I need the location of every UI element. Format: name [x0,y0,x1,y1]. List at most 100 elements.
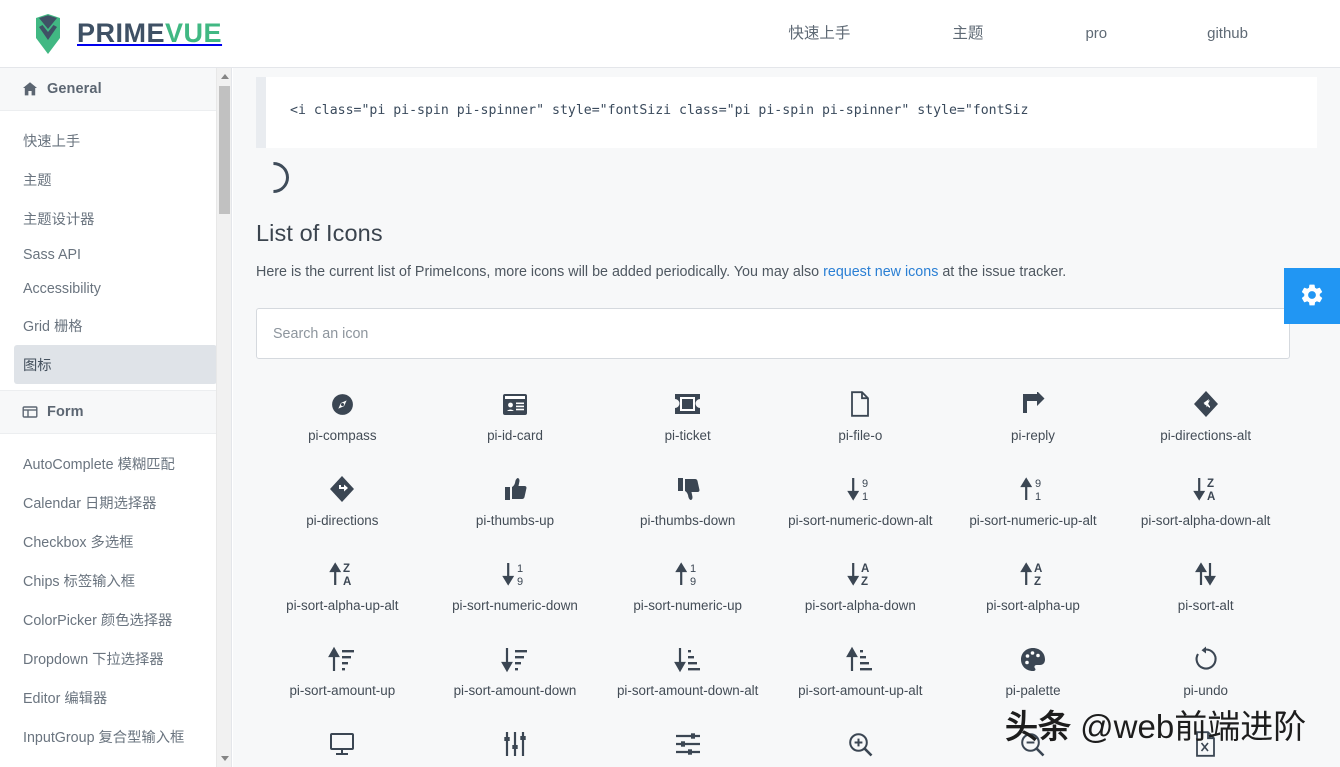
sidebar-section-general: General [0,68,231,111]
icon-label: pi-palette [1005,683,1061,699]
search-minus-icon [1020,726,1045,762]
icon-label: pi-sort-alpha-down [804,598,916,614]
sidebar-item-checkbox[interactable]: Checkbox 多选框 [14,522,217,561]
code-snippet-text: <i class="pi pi-spin pi-spinner" style="… [290,103,1029,118]
icon-cell-desktop[interactable]: pi-desktop [256,713,429,767]
sidebar-item-theme-designer[interactable]: 主题设计器 [14,199,217,238]
sidebar-item-inputgroup[interactable]: InputGroup 复合型输入框 [14,717,217,756]
icon-cell-undo[interactable]: pi-undo [1119,628,1292,713]
logo-text-vue: VUE [165,18,223,48]
sidebar-item-icons[interactable]: 图标 [14,345,217,384]
nav-theming[interactable]: 主题 [930,0,1005,68]
svg-text:Z: Z [861,576,868,588]
sidebar-item-editor[interactable]: Editor 编辑器 [14,678,217,717]
sort-alpha-down-icon: AZ [845,556,875,592]
scroll-down-arrow[interactable] [217,750,231,767]
page-description: Here is the current list of PrimeIcons, … [256,262,1317,283]
icon-cell-file-o[interactable]: pi-file-o [774,373,947,458]
icon-cell-sort-amount-up[interactable]: pi-sort-amount-up [256,628,429,713]
search-input[interactable] [273,325,1249,342]
home-icon [22,81,38,97]
sidebar-item-sass-api[interactable]: Sass API [14,238,217,272]
theme-settings-button[interactable] [1284,268,1340,324]
icon-cell-directions[interactable]: pi-directions [256,458,429,543]
icon-cell-sort-amount-up-alt[interactable]: pi-sort-amount-up-alt [774,628,947,713]
icon-label: pi-sort-alpha-up-alt [286,598,399,614]
icon-label: pi-thumbs-down [640,513,736,529]
icon-cell-sort-amount-down-alt[interactable]: pi-sort-amount-down-alt [601,628,774,713]
svg-text:1: 1 [690,563,696,575]
page-title: List of Icons [256,220,383,246]
sliders-h-icon [675,726,701,762]
sidebar-item-calendar[interactable]: Calendar 日期选择器 [14,483,217,522]
icon-cell-sort-numeric-up-alt[interactable]: 91 pi-sort-numeric-up-alt [947,458,1120,543]
icon-cell-ticket[interactable]: pi-ticket [601,373,774,458]
sort-amount-down-alt-icon [673,641,703,677]
icon-cell-sort-alpha-down[interactable]: AZ pi-sort-alpha-down [774,543,947,628]
sidebar-section-general-label: General [47,81,102,97]
undo-icon [1193,641,1219,677]
search-plus-icon [848,726,873,762]
icon-cell-sort-numeric-down[interactable]: 19 pi-sort-numeric-down [429,543,602,628]
sidebar-item-autocomplete[interactable]: AutoComplete 模糊匹配 [14,444,217,483]
icon-cell-sliders-v[interactable]: pi-sliders-v [429,713,602,767]
sort-amount-down-icon [500,641,530,677]
svg-text:A: A [1034,563,1042,575]
top-header: PRIMEVUE 快速上手 主题 pro github [0,0,1340,68]
icon-label: pi-sort-numeric-up [633,598,742,614]
svg-text:1: 1 [1035,491,1041,503]
sidebar-item-grid[interactable]: Grid 栅格 [14,306,217,345]
file-excel-icon [1195,726,1216,762]
ticket-icon [674,386,701,422]
compass-icon [330,386,355,422]
sidebar-scrollbar[interactable] [216,68,231,767]
icon-cell-sort-alpha-up[interactable]: AZ pi-sort-alpha-up [947,543,1120,628]
search-icon-box[interactable] [256,308,1290,360]
icon-cell-sort-numeric-up[interactable]: 19 pi-sort-numeric-up [601,543,774,628]
icon-cell-search-plus[interactable]: pi-search-plus [774,713,947,767]
sidebar-item-chips[interactable]: Chips 标签输入框 [14,561,217,600]
sidebar-section-form-label: Form [47,404,84,420]
sidebar-item-quickstart[interactable]: 快速上手 [14,121,217,160]
icon-cell-thumbs-down[interactable]: pi-thumbs-down [601,458,774,543]
reply-icon [1020,386,1046,422]
sidebar-item-theming[interactable]: 主题 [14,160,217,199]
icon-cell-sort-numeric-down-alt[interactable]: 91 pi-sort-numeric-down-alt [774,458,947,543]
svg-text:1: 1 [862,491,868,503]
icon-cell-directions-alt[interactable]: pi-directions-alt [1119,373,1292,458]
icon-label: pi-reply [1011,428,1055,444]
icon-cell-sliders-h[interactable]: pi-sliders-h [601,713,774,767]
nav-pro[interactable]: pro [1063,0,1129,68]
icon-cell-sort-alt[interactable]: pi-sort-alt [1119,543,1292,628]
nav-github[interactable]: github [1185,0,1270,68]
request-new-icons-link[interactable]: request new icons [823,264,938,280]
nav-quickstart[interactable]: 快速上手 [766,0,872,68]
icon-cell-palette[interactable]: pi-palette [947,628,1120,713]
icon-cell-sort-alpha-down-alt[interactable]: ZA pi-sort-alpha-down-alt [1119,458,1292,543]
sliders-v-icon [502,726,528,762]
icon-cell-compass[interactable]: pi-compass [256,373,429,458]
sidebar-item-accessibility[interactable]: Accessibility [14,272,217,306]
sidebar-item-dropdown[interactable]: Dropdown 下拉选择器 [14,639,217,678]
svg-text:9: 9 [517,576,523,588]
icon-cell-file-excel[interactable]: pi-file-excel [1119,713,1292,767]
icon-cell-id-card[interactable]: pi-id-card [429,373,602,458]
sidebar-item-inputmask[interactable]: InputMask 格式化输入框 [14,756,217,767]
thumbs-down-icon [676,471,700,507]
icon-cell-sort-amount-down[interactable]: pi-sort-amount-down [429,628,602,713]
svg-text:Z: Z [1207,478,1214,490]
scroll-up-arrow[interactable] [217,68,231,85]
icon-cell-search-minus[interactable]: pi-search-minus [947,713,1120,767]
logo-link[interactable]: PRIMEVUE [28,12,222,56]
scrollbar-thumb[interactable] [219,86,230,214]
logo-text-prime: PRIME [77,18,166,48]
code-snippet-block: <i class="pi pi-spin pi-spinner" style="… [256,77,1317,148]
directions-icon [330,471,355,507]
sort-numeric-down-icon: 19 [500,556,530,592]
icon-cell-reply[interactable]: pi-reply [947,373,1120,458]
icon-cell-thumbs-up[interactable]: pi-thumbs-up [429,458,602,543]
sidebar-item-colorpicker[interactable]: ColorPicker 颜色选择器 [14,600,217,639]
loading-spinner-icon [251,155,296,200]
desktop-icon [329,726,355,762]
icon-cell-sort-alpha-up-alt[interactable]: ZA pi-sort-alpha-up-alt [256,543,429,628]
